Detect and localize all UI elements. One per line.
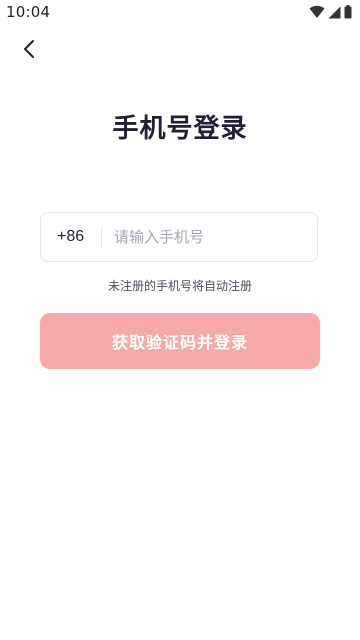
phone-field[interactable]: +86: [40, 212, 318, 262]
phone-input[interactable]: [114, 217, 317, 257]
wifi-icon: [309, 5, 325, 19]
status-time: 10:04: [6, 3, 51, 21]
status-bar: 10:04: [0, 0, 360, 26]
signal-icon: [328, 6, 341, 19]
chevron-left-icon: [22, 39, 36, 63]
back-button[interactable]: [14, 36, 44, 66]
country-code[interactable]: +86: [41, 228, 101, 246]
battery-icon: [344, 5, 352, 19]
field-divider: [101, 226, 102, 248]
status-icons: [309, 5, 352, 19]
get-code-login-button[interactable]: 获取验证码并登录: [40, 313, 320, 369]
page-title: 手机号登录: [112, 114, 248, 144]
auto-register-hint: 未注册的手机号将自动注册: [107, 279, 252, 293]
